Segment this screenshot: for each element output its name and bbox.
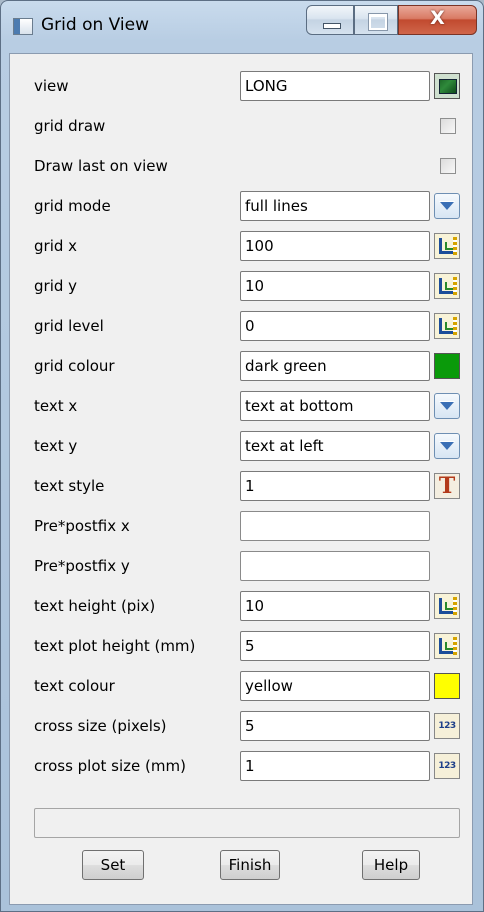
grid-level-input[interactable]: 0 [240, 311, 430, 341]
dialog-window: Grid on View X view LONG grid draw Draw … [0, 0, 484, 912]
grid-mode-label: grid mode [34, 197, 111, 215]
prefix-y-input[interactable] [240, 551, 430, 581]
row-grid-draw: grid draw [10, 106, 474, 146]
text-colour-label: text colour [34, 677, 115, 695]
row-text-style: text style 1 T [10, 466, 474, 506]
cross-size-label: cross size (pixels) [34, 717, 167, 735]
maximize-icon [368, 13, 388, 31]
grid-mode-input[interactable]: full lines [240, 191, 430, 221]
text-y-input[interactable]: text at left [240, 431, 430, 461]
title-bar[interactable]: Grid on View X [1, 1, 483, 53]
row-grid-colour: grid colour dark green [10, 346, 474, 386]
number-icon[interactable]: 123 [434, 713, 460, 739]
dialog-panel: view LONG grid draw Draw last on view gr… [9, 53, 473, 905]
row-text-y: text y text at left [10, 426, 474, 466]
text-x-label: text x [34, 397, 78, 415]
row-cross-plot-size: cross plot size (mm) 1 123 [10, 746, 474, 786]
grid-x-input[interactable]: 100 [240, 231, 430, 261]
cross-size-input[interactable]: 5 [240, 711, 430, 741]
close-button[interactable]: X [398, 5, 477, 35]
app-window-icon[interactable] [13, 18, 33, 35]
pick-value-icon[interactable] [434, 273, 460, 299]
text-height-label: text height (pix) [34, 597, 156, 615]
cross-plot-size-label: cross plot size (mm) [34, 757, 186, 775]
grid-draw-label: grid draw [34, 117, 106, 135]
row-draw-last: Draw last on view [10, 146, 474, 186]
text-y-label: text y [34, 437, 78, 455]
window-title: Grid on View [41, 15, 150, 35]
row-grid-level: grid level 0 [10, 306, 474, 346]
number-icon[interactable]: 123 [434, 753, 460, 779]
row-grid-y: grid y 10 [10, 266, 474, 306]
draw-last-label: Draw last on view [34, 157, 168, 175]
text-height-input[interactable]: 10 [240, 591, 430, 621]
draw-last-checkbox[interactable] [440, 158, 456, 174]
row-text-colour: text colour yellow [10, 666, 474, 706]
colour-swatch-icon[interactable] [434, 353, 460, 379]
row-text-height: text height (pix) 10 [10, 586, 474, 626]
text-plot-height-label: text plot height (mm) [34, 637, 196, 655]
row-grid-x: grid x 100 [10, 226, 474, 266]
text-style-icon[interactable]: T [434, 473, 460, 499]
maximize-button[interactable] [354, 5, 398, 35]
text-colour-input[interactable]: yellow [240, 671, 430, 701]
chevron-down-icon[interactable] [434, 193, 460, 219]
minimize-icon [323, 23, 341, 29]
view-select-icon[interactable] [434, 73, 460, 99]
prefix-x-input[interactable] [240, 511, 430, 541]
chevron-down-icon[interactable] [434, 393, 460, 419]
pick-value-icon[interactable] [434, 593, 460, 619]
close-icon: X [430, 7, 445, 29]
row-grid-mode: grid mode full lines [10, 186, 474, 226]
finish-button[interactable]: Finish [220, 850, 280, 880]
colour-swatch-icon[interactable] [434, 673, 460, 699]
grid-draw-checkbox[interactable] [440, 118, 456, 134]
cross-plot-size-input[interactable]: 1 [240, 751, 430, 781]
set-button[interactable]: Set [82, 850, 144, 880]
pick-value-icon[interactable] [434, 633, 460, 659]
grid-colour-input[interactable]: dark green [240, 351, 430, 381]
grid-level-label: grid level [34, 317, 104, 335]
row-cross-size: cross size (pixels) 5 123 [10, 706, 474, 746]
grid-y-input[interactable]: 10 [240, 271, 430, 301]
grid-x-label: grid x [34, 237, 78, 255]
pick-value-icon[interactable] [434, 233, 460, 259]
minimize-button[interactable] [306, 5, 354, 35]
row-text-plot-height: text plot height (mm) 5 [10, 626, 474, 666]
row-prefix-y: Pre*postfix y [10, 546, 474, 586]
prefix-x-label: Pre*postfix x [34, 517, 130, 535]
pick-value-icon[interactable] [434, 313, 460, 339]
text-style-label: text style [34, 477, 105, 495]
text-style-input[interactable]: 1 [240, 471, 430, 501]
row-text-x: text x text at bottom [10, 386, 474, 426]
view-input[interactable]: LONG [240, 71, 430, 101]
grid-y-label: grid y [34, 277, 78, 295]
help-button[interactable]: Help [362, 850, 420, 880]
view-label: view [34, 77, 69, 95]
row-prefix-x: Pre*postfix x [10, 506, 474, 546]
status-message-bar [34, 808, 460, 838]
row-view: view LONG [10, 66, 474, 106]
chevron-down-icon[interactable] [434, 433, 460, 459]
text-x-input[interactable]: text at bottom [240, 391, 430, 421]
text-plot-height-input[interactable]: 5 [240, 631, 430, 661]
grid-colour-label: grid colour [34, 357, 115, 375]
prefix-y-label: Pre*postfix y [34, 557, 130, 575]
